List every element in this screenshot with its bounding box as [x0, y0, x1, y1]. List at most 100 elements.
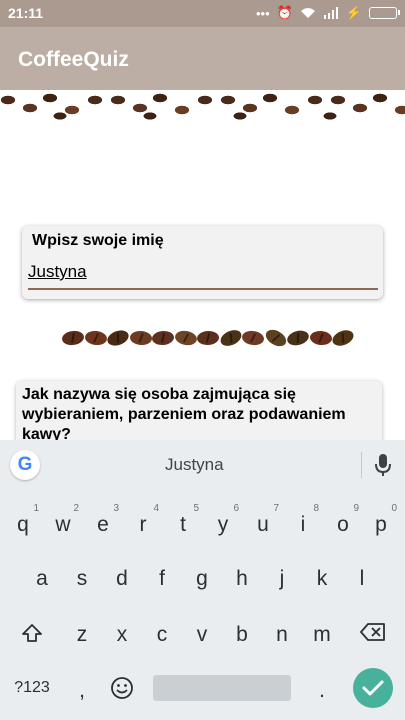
key-label: y: [217, 513, 229, 536]
enter-key[interactable]: [353, 668, 393, 708]
emoji-icon: [111, 677, 133, 699]
key-label: x: [116, 623, 128, 646]
coffee-beans-header-image: [0, 90, 405, 124]
bean-icon: [196, 330, 220, 346]
google-icon[interactable]: G: [10, 450, 40, 480]
name-label: Wpisz swoje imię: [32, 232, 164, 249]
key-label: z: [76, 623, 88, 646]
period-key[interactable]: .: [302, 666, 342, 710]
key-x[interactable]: x: [102, 610, 142, 654]
key-y[interactable]: 6 y: [203, 500, 243, 544]
key-i[interactable]: 8 i: [283, 500, 323, 544]
key-label: a: [36, 567, 48, 590]
key-label: s: [76, 567, 88, 590]
key-label: h: [236, 567, 248, 590]
name-input-value: Justyna: [28, 262, 87, 281]
app-bar: CoffeeQuiz: [0, 27, 405, 90]
wifi-icon: [300, 8, 315, 18]
shift-key[interactable]: [12, 610, 52, 654]
more-icon: •••: [255, 5, 270, 21]
key-f[interactable]: f: [142, 554, 182, 598]
key-label: ,: [79, 679, 85, 702]
key-label: l: [359, 567, 365, 590]
key-label: c: [156, 623, 168, 646]
key-label: b: [236, 623, 248, 646]
key-h[interactable]: h: [222, 554, 262, 598]
battery-icon: [369, 7, 400, 19]
suggestion-item[interactable]: Justyna: [165, 455, 224, 475]
emoji-key[interactable]: [102, 666, 142, 710]
bean-icon: [308, 330, 333, 346]
key-c[interactable]: c: [142, 610, 182, 654]
status-icons: ••• ⏰ ⚡: [255, 5, 400, 21]
bean-icon: [105, 327, 131, 349]
key-q[interactable]: 1 q: [3, 500, 43, 544]
alarm-icon: ⏰: [276, 5, 293, 20]
key-label: v: [196, 623, 208, 646]
key-w[interactable]: 2 w: [43, 500, 83, 544]
key-v[interactable]: v: [182, 610, 222, 654]
symbols-key[interactable]: ?123: [4, 666, 60, 710]
key-label: m: [313, 623, 331, 646]
backspace-icon: [360, 623, 385, 641]
key-label: ?123: [14, 679, 50, 696]
bean-icon: [217, 327, 244, 349]
signal-icon: [323, 7, 338, 19]
checkmark-icon: [362, 680, 384, 696]
key-label: q: [17, 513, 29, 536]
key-label: p: [375, 513, 387, 536]
key-label: j: [279, 567, 285, 590]
key-label: e: [97, 513, 109, 536]
key-m[interactable]: m: [302, 610, 342, 654]
bean-icon: [262, 326, 289, 350]
key-k[interactable]: k: [302, 554, 342, 598]
key-label: k: [316, 567, 328, 590]
suggestion-divider: [361, 452, 362, 478]
key-label: o: [337, 513, 349, 536]
bean-icon: [173, 329, 198, 347]
key-l[interactable]: l: [342, 554, 382, 598]
name-input[interactable]: Justyna: [28, 262, 378, 290]
bean-icon: [241, 329, 265, 347]
key-label: i: [300, 513, 306, 536]
bean-icon: [285, 328, 311, 348]
key-o[interactable]: 9 o: [323, 500, 363, 544]
coffee-beans-divider: [61, 326, 356, 350]
bean-icon: [151, 330, 175, 346]
key-n[interactable]: n: [262, 610, 302, 654]
key-g[interactable]: g: [182, 554, 222, 598]
key-p[interactable]: 0 p: [361, 500, 401, 544]
key-e[interactable]: 3 e: [83, 500, 123, 544]
microphone-icon[interactable]: [374, 453, 392, 477]
question-text: Jak nazywa się osoba zajmująca się wybie…: [22, 386, 346, 443]
key-a[interactable]: a: [22, 554, 62, 598]
key-b[interactable]: b: [222, 610, 262, 654]
bean-icon: [61, 329, 85, 347]
comma-key[interactable]: ,: [62, 666, 102, 710]
space-bar[interactable]: [153, 675, 291, 701]
key-d[interactable]: d: [102, 554, 142, 598]
bean-icon: [83, 329, 108, 347]
shift-icon: [22, 624, 42, 642]
backspace-key[interactable]: [352, 610, 394, 654]
key-label: f: [159, 567, 165, 590]
key-label: n: [276, 623, 288, 646]
key-label: d: [116, 567, 128, 590]
key-label: g: [196, 567, 208, 590]
key-s[interactable]: s: [62, 554, 102, 598]
key-label: r: [139, 513, 147, 536]
suggestion-bar: G Justyna: [0, 440, 405, 490]
app-title: CoffeeQuiz: [18, 48, 129, 71]
bean-icon: [330, 327, 356, 349]
charging-icon: ⚡: [345, 5, 362, 20]
status-bar: 21:11 ••• ⏰ ⚡: [0, 0, 405, 27]
key-label: u: [257, 513, 269, 536]
key-r[interactable]: 4 r: [123, 500, 163, 544]
key-label: t: [180, 513, 186, 536]
key-t[interactable]: 5 t: [163, 500, 203, 544]
key-j[interactable]: j: [262, 554, 302, 598]
bean-icon: [129, 330, 152, 346]
key-label: w: [55, 513, 71, 536]
key-z[interactable]: z: [62, 610, 102, 654]
key-u[interactable]: 7 u: [243, 500, 283, 544]
